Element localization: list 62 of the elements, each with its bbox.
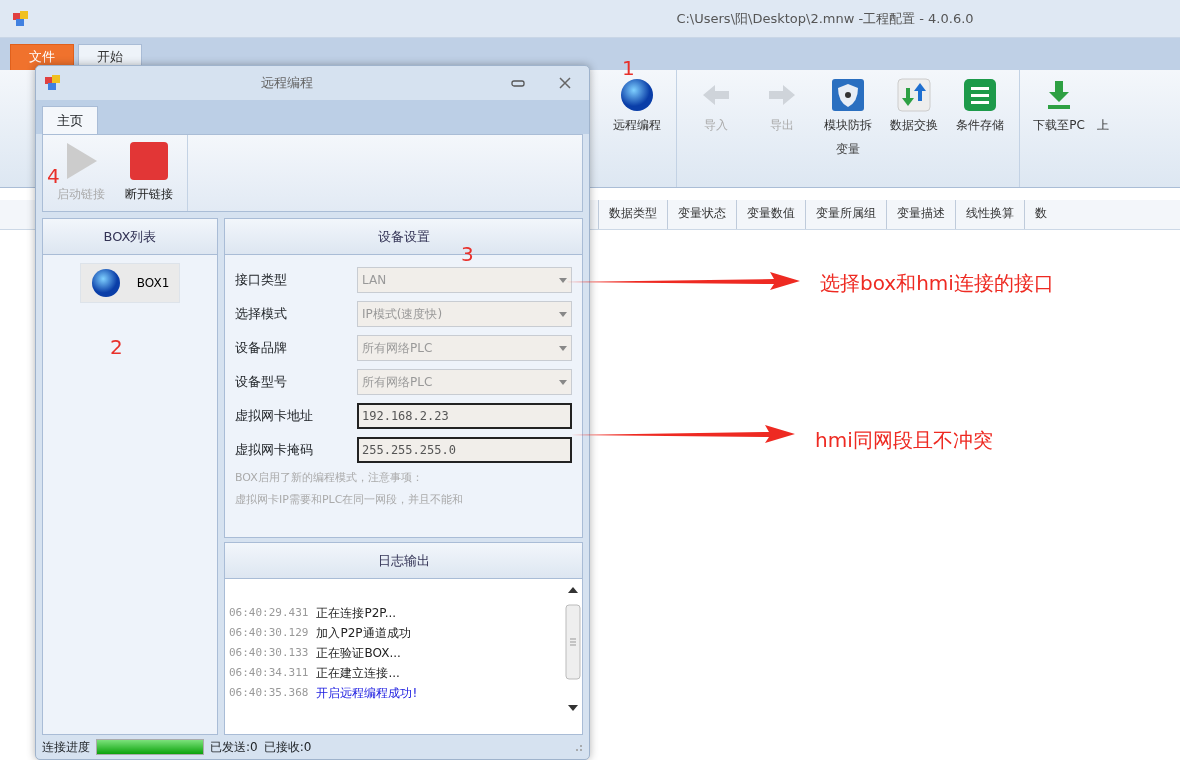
globe-icon (620, 78, 654, 112)
annotation-text: 选择box和hmi连接的接口 (820, 270, 1054, 297)
panel-header: 日志输出 (225, 543, 582, 579)
log-message: 正在验证BOX... (316, 645, 401, 662)
column-header[interactable]: 线性换算 (955, 200, 1024, 229)
log-time: 06:40:35.368 (229, 685, 309, 701)
dropdown-arrow-icon (559, 277, 567, 283)
log-time: 06:40:30.133 (229, 645, 309, 661)
globe-icon (90, 268, 121, 298)
resize-grip-icon (573, 742, 583, 752)
log-message: 加入P2P通道成功 (316, 625, 411, 642)
dropdown-arrow-icon (559, 379, 567, 385)
status-label: 连接进度 (42, 739, 90, 756)
close-icon (559, 77, 571, 89)
field-label: 接口类型 (235, 271, 288, 290)
column-header[interactable]: 变量状态 (667, 200, 736, 229)
column-header[interactable]: 变量描述 (886, 200, 955, 229)
log-message: 开启远程编程成功! (316, 685, 418, 702)
column-header[interactable]: 数 (1024, 200, 1057, 229)
box-list-item[interactable]: BOX1 (79, 263, 181, 303)
input-field[interactable]: 255.255.255.0 (357, 437, 572, 463)
log-message: 正在连接P2P... (316, 605, 397, 622)
stop-icon (129, 141, 169, 181)
field-label: 虚拟网卡地址 (235, 407, 314, 426)
input-field[interactable]: 192.168.2.23 (357, 403, 572, 429)
window-title: 远程编程 (259, 74, 314, 93)
app-icon (44, 74, 62, 92)
ribbon-button[interactable]: 条件存储 (947, 74, 1013, 138)
dialog-tab[interactable]: 主页 (42, 106, 98, 134)
panel-header: BOX列表 (43, 219, 217, 255)
window-title: C:\Users\阳\Desktop\2.mnw -工程配置 - 4.0.6.0 (675, 9, 975, 28)
toolbar-button[interactable]: 断开链接 (119, 137, 179, 207)
ribbon-button[interactable]: 上 (1092, 74, 1114, 138)
annotation-number: 3 (461, 244, 474, 264)
list-icon (963, 78, 997, 112)
exchange-arrows-icon (897, 78, 931, 112)
minimize-icon (511, 78, 525, 88)
app-icon (12, 9, 30, 28)
ribbon-button[interactable]: 模块防拆 (815, 74, 881, 138)
log-time: 06:40:34.311 (229, 665, 309, 681)
annotation-text: hmi同网段且不冲突 (815, 427, 993, 454)
field-label: 虚拟网卡掩码 (235, 441, 314, 460)
ribbon-button[interactable]: 数据交换 (881, 74, 947, 138)
dropdown-arrow-icon (559, 345, 567, 351)
sent-count: 已发送:0 (210, 739, 258, 756)
field-label: 选择模式 (235, 305, 288, 324)
note-text: BOX启用了新的编程模式，注意事项： (234, 470, 424, 486)
annotation-number: 2 (110, 337, 123, 357)
ribbon-button[interactable]: 下载至PC (1026, 74, 1092, 138)
column-header[interactable]: 变量所属组 (805, 200, 886, 229)
column-header[interactable]: 变量数值 (736, 200, 805, 229)
ribbon-group-label: 变量 (836, 141, 860, 158)
shield-icon (831, 78, 865, 112)
log-time: 06:40:30.129 (229, 625, 309, 641)
annotation-number: 4 (47, 166, 60, 186)
column-header[interactable]: 数据类型 (598, 200, 667, 229)
field-label: 设备型号 (235, 373, 288, 392)
log-time: 06:40:29.431 (229, 605, 309, 621)
field-label: 设备品牌 (235, 339, 288, 358)
dropdown-arrow-icon (559, 311, 567, 317)
received-count: 已接收:0 (263, 739, 313, 756)
log-message: 正在建立连接... (316, 665, 400, 682)
